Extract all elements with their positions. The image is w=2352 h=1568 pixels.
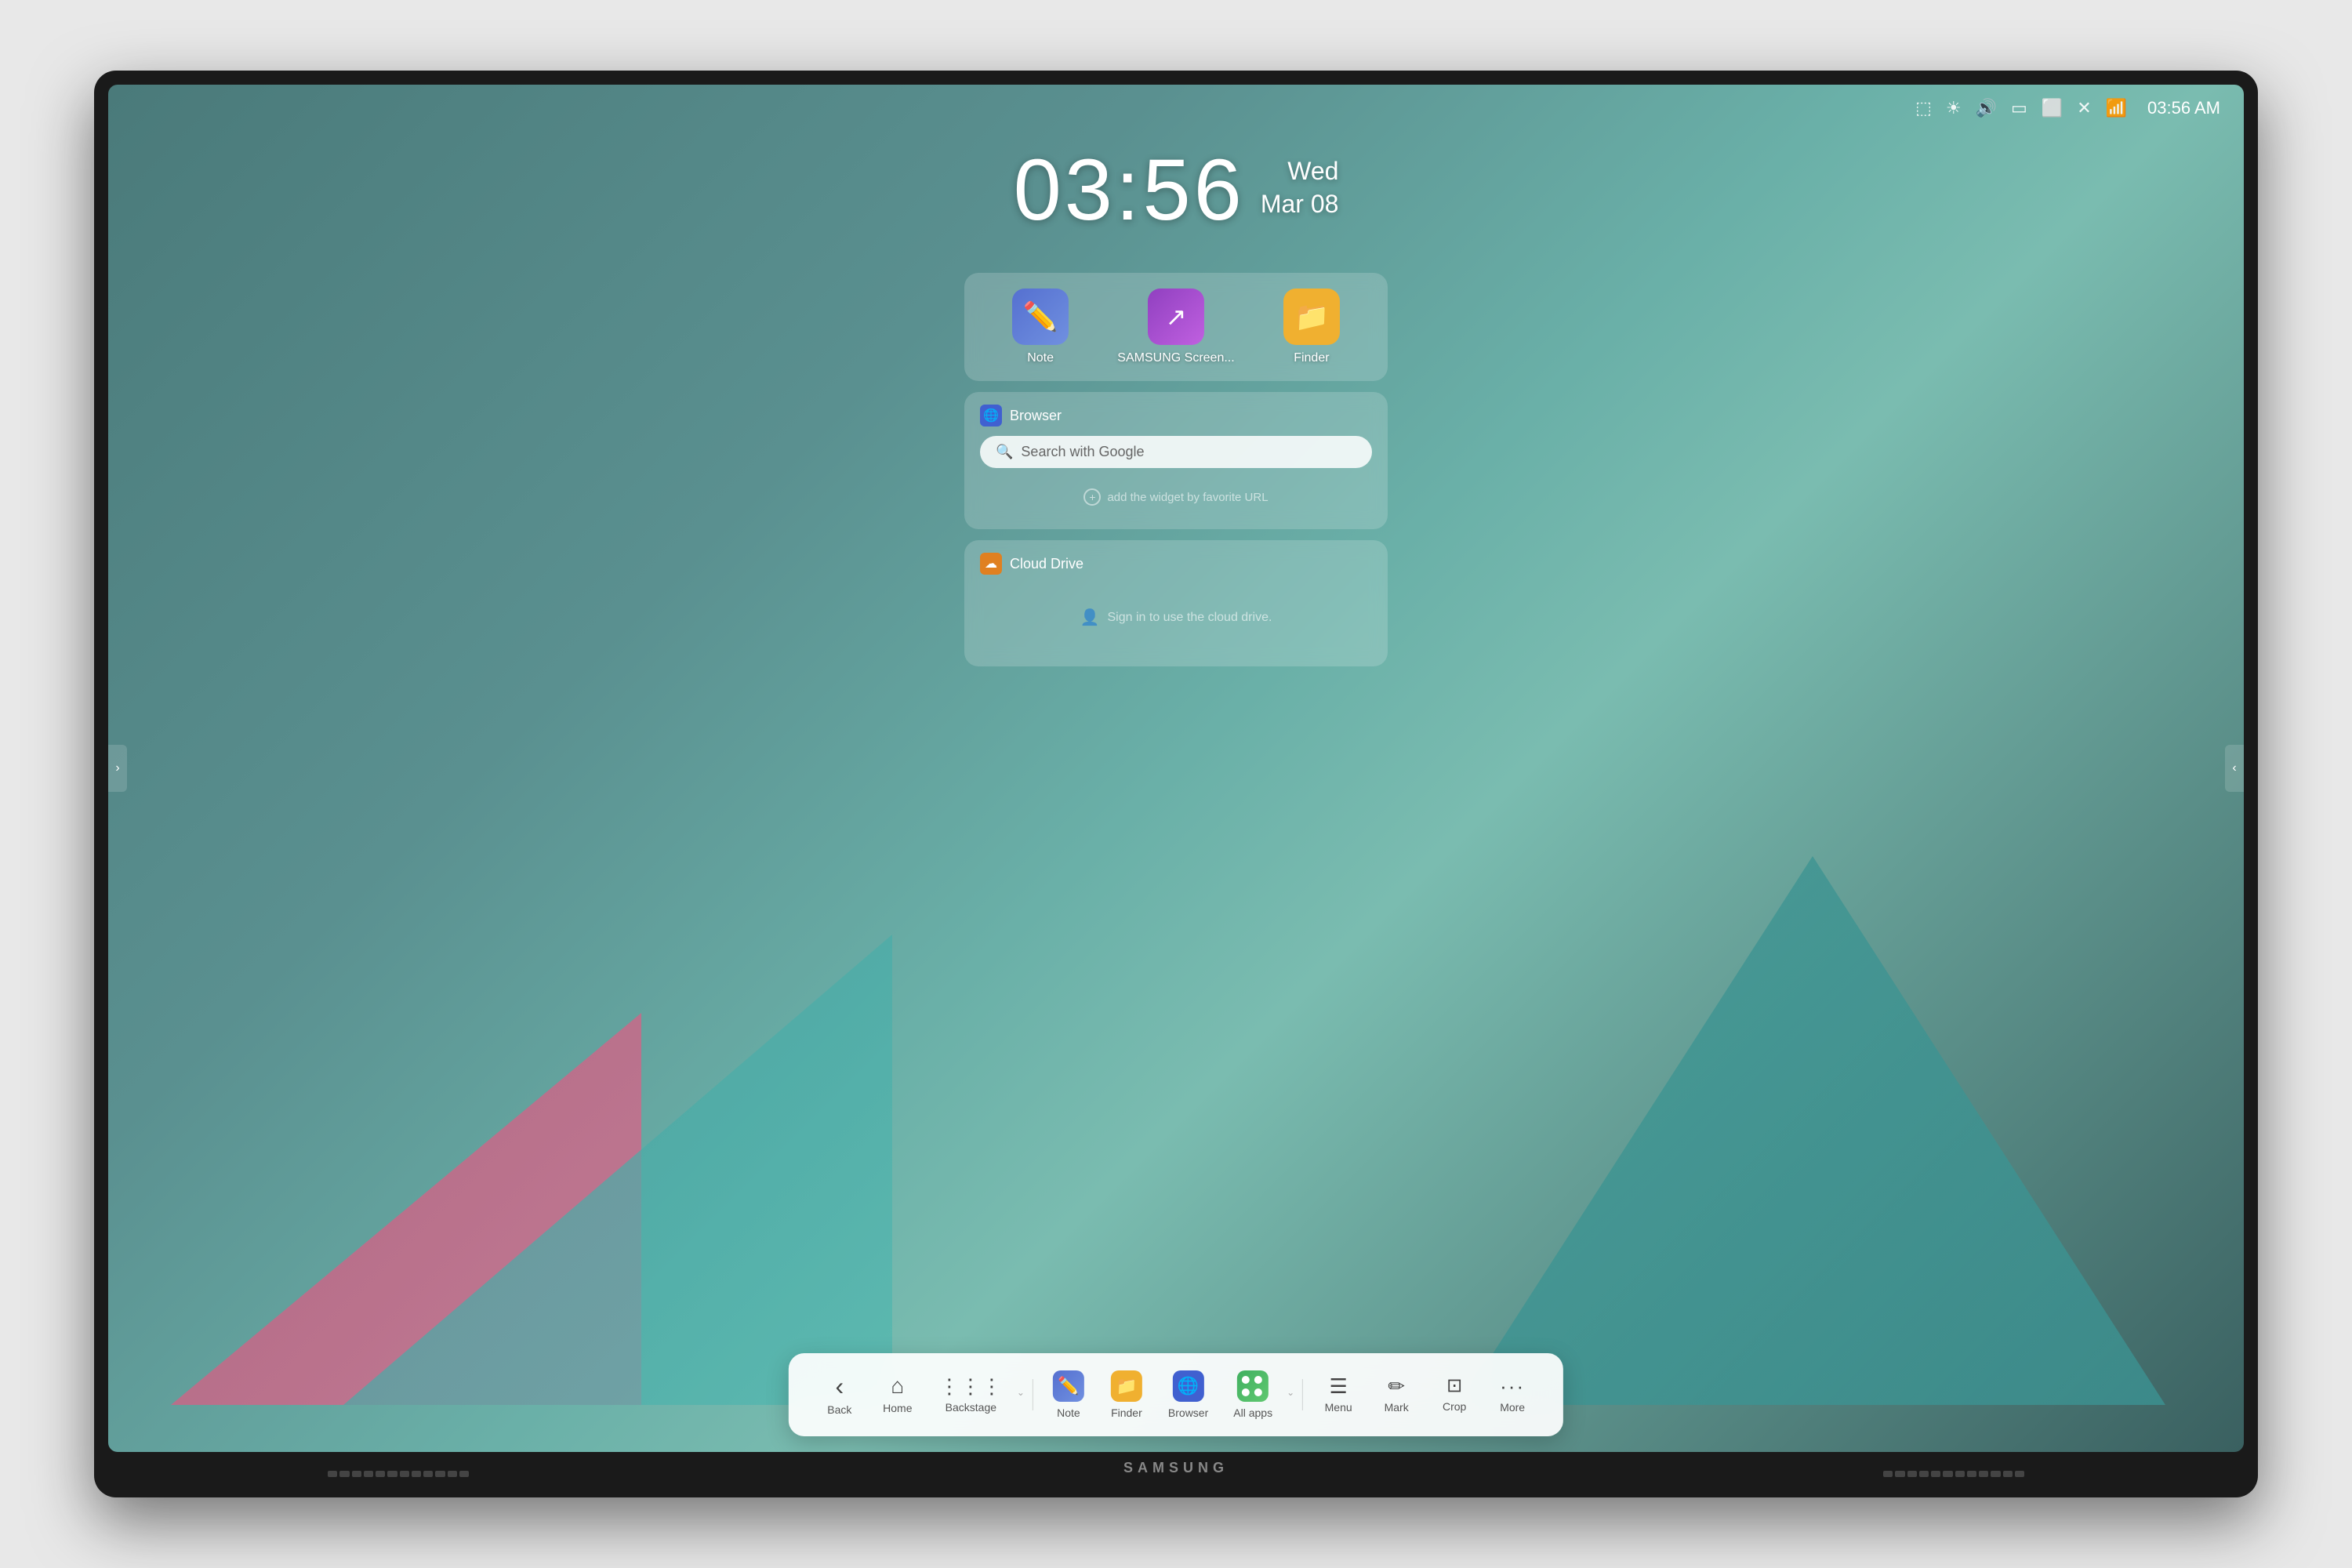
user-icon: 👤 bbox=[1080, 608, 1100, 627]
browser-widget-header: 🌐 Browser bbox=[980, 405, 1372, 426]
clock-day: Wed bbox=[1287, 155, 1338, 188]
cloud-widget-title: Cloud Drive bbox=[1010, 556, 1083, 572]
taskbar-mark[interactable]: ✏ Mark bbox=[1369, 1370, 1424, 1420]
speaker-right bbox=[1883, 1469, 2024, 1479]
menu-label: Menu bbox=[1325, 1401, 1352, 1414]
all-apps-chevron: ⌄ bbox=[1287, 1387, 1294, 1403]
app-shortcuts-widget: ✏️ Note ↗ SAMSUNG Screen... 📁 Finder bbox=[964, 273, 1388, 381]
brand-text: SAMSUNG bbox=[1123, 1460, 1229, 1476]
clock-date: Wed Mar 08 bbox=[1261, 155, 1339, 220]
browser-hint-text: add the widget by favorite URL bbox=[1107, 491, 1268, 504]
screen-mirror-icon: ⬚ bbox=[1915, 98, 1932, 118]
taskbar-menu[interactable]: ☰ Menu bbox=[1311, 1370, 1366, 1420]
app-samsung-screen[interactable]: ↗ SAMSUNG Screen... bbox=[1117, 289, 1234, 365]
browser-widget-icon: 🌐 bbox=[980, 405, 1002, 426]
taskbar-note[interactable]: ✏️ Note bbox=[1041, 1364, 1096, 1425]
search-icon: 🔍 bbox=[996, 444, 1013, 460]
more-icon: ··· bbox=[1500, 1376, 1525, 1396]
app-note[interactable]: ✏️ Note bbox=[1012, 289, 1069, 365]
tablet-icon: ▭ bbox=[2011, 98, 2027, 118]
browser-widget[interactable]: 🌐 Browser 🔍 Search with Google + add the… bbox=[964, 392, 1388, 529]
home-icon: ⌂ bbox=[891, 1375, 904, 1397]
mark-icon: ✏ bbox=[1388, 1376, 1405, 1396]
wifi-icon: 📶 bbox=[2106, 98, 2127, 118]
status-time: 03:56 AM bbox=[2147, 98, 2220, 118]
app-finder[interactable]: 📁 Finder bbox=[1283, 289, 1340, 365]
finder-app-label: Finder bbox=[1294, 351, 1329, 365]
backstage-icon: ⋮⋮⋮ bbox=[939, 1376, 1003, 1396]
cloud-signin: 👤 Sign in to use the cloud drive. bbox=[980, 584, 1372, 651]
cloud-drive-widget[interactable]: ☁ Cloud Drive 👤 Sign in to use the cloud… bbox=[964, 540, 1388, 666]
samsung-screen-icon: ↗ bbox=[1148, 289, 1204, 345]
taskbar-browser[interactable]: 🌐 Browser bbox=[1157, 1364, 1219, 1425]
cloud-widget-icon: ☁ bbox=[980, 553, 1002, 575]
menu-icon: ☰ bbox=[1329, 1376, 1347, 1396]
note-app-label: Note bbox=[1027, 351, 1054, 365]
status-bar: ⬚ ☀ 🔊 ▭ ⬜ ✕ 📶 03:56 AM bbox=[108, 85, 2244, 132]
taskbar-home[interactable]: ⌂ Home bbox=[870, 1369, 925, 1421]
add-hint-icon: + bbox=[1083, 488, 1101, 506]
taskbar-finder[interactable]: 📁 Finder bbox=[1099, 1364, 1154, 1425]
right-arrow[interactable]: ‹ bbox=[2225, 745, 2244, 792]
all-apps-label: All apps bbox=[1233, 1406, 1272, 1419]
taskbar-back[interactable]: ‹ Back bbox=[812, 1367, 867, 1422]
network-icon: ✕ bbox=[2077, 98, 2091, 118]
taskbar: ‹ Back ⌂ Home ⋮⋮⋮ Backstage ⌄ ✏️ Note bbox=[789, 1353, 1563, 1436]
brightness-icon: ☀ bbox=[1946, 98, 1962, 118]
finder-app-icon: 📁 bbox=[1283, 289, 1340, 345]
back-label: Back bbox=[827, 1403, 851, 1416]
finder-taskbar-label: Finder bbox=[1111, 1406, 1142, 1419]
mark-label: Mark bbox=[1385, 1401, 1409, 1414]
all-apps-icon bbox=[1237, 1370, 1269, 1402]
tv-screen: ⬚ ☀ 🔊 ▭ ⬜ ✕ 📶 03:56 AM › ‹ 03:56 Wed Mar… bbox=[108, 85, 2244, 1452]
browser-widget-hint: + add the widget by favorite URL bbox=[980, 481, 1372, 514]
browser-taskbar-label: Browser bbox=[1168, 1406, 1208, 1419]
backstage-chevron: ⌄ bbox=[1017, 1387, 1025, 1403]
note-taskbar-label: Note bbox=[1057, 1406, 1080, 1419]
taskbar-all-apps[interactable]: All apps bbox=[1222, 1364, 1283, 1425]
browser-search-bar[interactable]: 🔍 Search with Google bbox=[980, 436, 1372, 468]
home-label: Home bbox=[883, 1402, 912, 1414]
cloud-signin-text: Sign in to use the cloud drive. bbox=[1108, 611, 1272, 625]
clock-time: 03:56 bbox=[1014, 147, 1245, 234]
divider-2 bbox=[1302, 1379, 1303, 1410]
left-arrow[interactable]: › bbox=[108, 745, 127, 792]
browser-widget-title: Browser bbox=[1010, 408, 1062, 424]
finder-taskbar-icon: 📁 bbox=[1111, 1370, 1142, 1402]
note-taskbar-icon: ✏️ bbox=[1053, 1370, 1084, 1402]
widgets-panel: ✏️ Note ↗ SAMSUNG Screen... 📁 Finder 🌐 B… bbox=[964, 273, 1388, 666]
crop-label: Crop bbox=[1443, 1400, 1466, 1413]
back-icon: ‹ bbox=[836, 1374, 844, 1399]
samsung-screen-label: SAMSUNG Screen... bbox=[1117, 351, 1234, 365]
cloud-widget-header: ☁ Cloud Drive bbox=[980, 553, 1372, 575]
more-label: More bbox=[1500, 1401, 1525, 1414]
taskbar-backstage[interactable]: ⋮⋮⋮ Backstage bbox=[928, 1370, 1014, 1420]
clock-widget: 03:56 Wed Mar 08 bbox=[1014, 147, 1339, 234]
tv-bottom-bar: SAMSUNG bbox=[108, 1452, 2244, 1483]
status-icons: ⬚ ☀ 🔊 ▭ ⬜ ✕ 📶 03:56 AM bbox=[1915, 98, 2220, 118]
camera-icon: ⬜ bbox=[2042, 98, 2063, 118]
tv-frame: ⬚ ☀ 🔊 ▭ ⬜ ✕ 📶 03:56 AM › ‹ 03:56 Wed Mar… bbox=[94, 71, 2258, 1497]
search-placeholder: Search with Google bbox=[1021, 444, 1356, 460]
backstage-label: Backstage bbox=[946, 1401, 996, 1414]
taskbar-crop[interactable]: ⊡ Crop bbox=[1427, 1370, 1482, 1419]
crop-icon: ⊡ bbox=[1446, 1377, 1462, 1396]
taskbar-more[interactable]: ··· More bbox=[1485, 1370, 1540, 1420]
speaker-left bbox=[328, 1469, 469, 1479]
note-app-icon: ✏️ bbox=[1012, 289, 1069, 345]
browser-taskbar-icon: 🌐 bbox=[1173, 1370, 1204, 1402]
clock-date-text: Mar 08 bbox=[1261, 188, 1339, 221]
volume-icon: 🔊 bbox=[1976, 98, 1997, 118]
